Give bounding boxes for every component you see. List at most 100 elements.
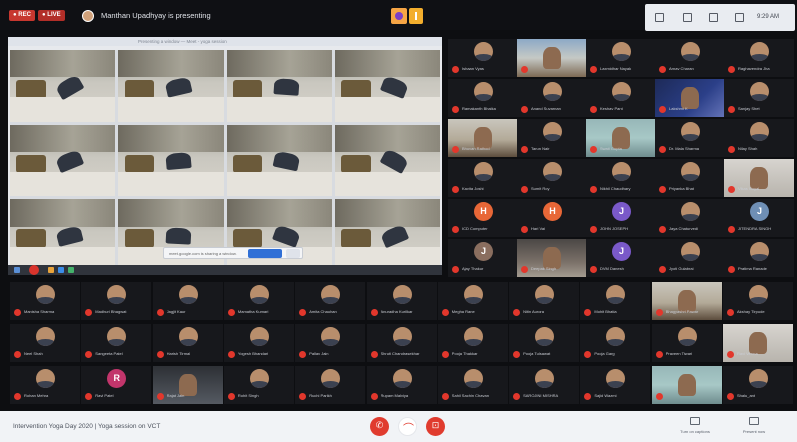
participant-tile[interactable]: Rajat Jain — [152, 366, 223, 404]
participant-tile[interactable]: Sajid Wazmi — [580, 366, 651, 404]
participant-name: Jyoti Gulabrai — [669, 266, 694, 271]
participant-name: Bhuvan Rathod — [462, 146, 490, 151]
participant-tile[interactable]: Sangeeta Patel — [81, 324, 152, 362]
meeting-title[interactable]: Intervention Yoga Day 2020 | Yoga sessio… — [13, 423, 160, 430]
participant-tile[interactable]: R Ravi Patel — [81, 366, 152, 404]
participant-tile[interactable]: Raghavendra Jha — [724, 39, 794, 77]
participant-tile[interactable]: Mohit Bhatia — [580, 282, 651, 320]
participant-tile[interactable]: Priyanka Bhat — [655, 159, 725, 197]
participant-tile[interactable]: Mamatha Kumari — [223, 282, 294, 320]
participant-tile[interactable]: Keshav Pant — [586, 79, 656, 117]
captions-button[interactable]: Turn on captions — [674, 416, 716, 438]
participant-tile[interactable]: J Ajay Thakur — [448, 239, 518, 277]
participant-name: Keshav Pant — [600, 106, 623, 111]
participant-tile[interactable]: J JOHN JOSEPH — [586, 199, 656, 237]
present-label: Present now — [742, 429, 766, 434]
participant-tile[interactable]: Madhuri Bhagwat — [81, 282, 152, 320]
participant-tile[interactable]: Rupam Malviya — [366, 366, 437, 404]
shared-video-thumbnail — [334, 199, 440, 271]
participant-tile[interactable]: Ruchi Parikh — [295, 366, 366, 404]
participant-name: Sajid Wazmi — [594, 393, 617, 398]
participant-name: Shruti Chandrasekhar — [380, 351, 420, 356]
avatar — [543, 162, 562, 181]
participant-tile[interactable]: Nitin Aurora — [509, 282, 580, 320]
participant-tile[interactable]: Pallav Jain — [295, 324, 366, 362]
mic-muted-icon — [513, 393, 521, 400]
participant-tile[interactable]: Shruti Chandrasekhar — [366, 324, 437, 362]
participant-tile[interactable]: Sahil Sachin Chavan — [437, 366, 508, 404]
participant-tile[interactable]: H ICD Computer — [448, 199, 518, 237]
avatar-initial: J — [618, 206, 624, 216]
participant-tile[interactable]: J JITENDRA SINGH — [724, 199, 794, 237]
hide-button[interactable] — [286, 249, 300, 258]
participant-tile[interactable]: Pooja Garg — [580, 324, 651, 362]
participant-tile[interactable]: Vikas Goyal — [724, 159, 794, 197]
participant-tile[interactable]: Anand Suvarnan — [517, 79, 587, 117]
participant-tile[interactable]: Manisha Sharma — [10, 282, 80, 320]
participant-tile[interactable]: Nikhil Chaudhary — [586, 159, 656, 197]
participant-tile[interactable]: Arnav Charan — [655, 39, 725, 77]
participant-tile[interactable]: Bhagyashri Pawar — [651, 282, 722, 320]
people-icon[interactable] — [655, 13, 664, 22]
avatar — [107, 327, 127, 346]
participant-tile[interactable]: Anuradha Kurilkar — [366, 282, 437, 320]
participant-tile[interactable]: Ishaan Vyas — [448, 39, 518, 77]
participant-tile[interactable]: Jyoti Gulabrai — [655, 239, 725, 277]
participant-name: Jagjit Kaur — [166, 309, 186, 314]
participant-tile[interactable]: Ramakanth Bhaika — [448, 79, 518, 117]
participant-tile[interactable]: Megha Rane — [437, 282, 508, 320]
participant-name: Rohan Mehra — [24, 393, 49, 398]
participant-tile[interactable]: Bhuvan Rathod — [448, 119, 518, 157]
info-icon[interactable] — [735, 13, 744, 22]
participant-tile[interactable]: Ravi Verma — [723, 324, 793, 362]
participant-tile[interactable]: Pratima Ranade — [724, 239, 794, 277]
participant-tile[interactable]: Jaya Chaturvedi — [655, 199, 725, 237]
participant-tile[interactable]: Lakshmi K — [655, 79, 725, 117]
participant-tile[interactable]: Neel Shah — [10, 324, 80, 362]
participant-tile[interactable]: SAROJINI MISHRA — [509, 366, 580, 404]
participant-tile[interactable]: Pooja Thakkar — [437, 324, 508, 362]
avatar — [36, 369, 55, 388]
participant-tile[interactable]: Praveen Tiwari — [651, 324, 722, 362]
participant-tile[interactable]: Rohan Mehra — [10, 366, 80, 404]
participant-tile[interactable]: H Hari Vai — [517, 199, 587, 237]
participant-tile[interactable]: J DVM Danesh — [586, 239, 656, 277]
participant-tile[interactable]: Pooja Tulsawat — [509, 324, 580, 362]
avatar-initial: J — [756, 206, 762, 216]
participant-initial-avatar: J — [612, 202, 631, 221]
participant-tile[interactable]: Kavita Joshi — [448, 159, 518, 197]
avatar-initial: J — [618, 246, 624, 256]
browser-icon[interactable] — [391, 8, 407, 24]
leave-call-button[interactable]: ⌒ — [398, 417, 417, 436]
camera-button[interactable]: ⊡ — [426, 417, 445, 436]
participant-tile[interactable]: Swati Gupta — [586, 119, 656, 157]
avatar — [535, 285, 555, 304]
participant-tile[interactable]: Jagjit Kaur — [152, 282, 223, 320]
present-now-button[interactable]: Present now — [733, 416, 775, 438]
participant-tile[interactable]: Rohit Singh — [223, 366, 294, 404]
participant-tile[interactable]: Shalu_ant — [723, 366, 793, 404]
avatar — [750, 82, 769, 101]
participant-tile[interactable]: Laxmidhar Nayak — [586, 39, 656, 77]
chat-icon[interactable] — [683, 13, 692, 22]
participant-tile[interactable]: Tarun Nair — [517, 119, 587, 157]
participant-tile[interactable]: Sanjay Shet — [724, 79, 794, 117]
participant-name: JITENDRA SINGH — [738, 226, 772, 231]
stop-sharing-button[interactable] — [248, 249, 282, 258]
shared-taskbar — [8, 265, 442, 275]
mic-button[interactable]: ✆ — [370, 417, 389, 436]
activities-icon[interactable] — [709, 13, 718, 22]
participant-tile[interactable]: Dr. Mala Sharma — [655, 119, 725, 157]
participant-tile[interactable]: Harish Tirmal — [152, 324, 223, 362]
participant-name: Pratima Ranade — [738, 266, 767, 271]
participant-tile[interactable] — [651, 366, 722, 404]
pause-icon[interactable] — [409, 8, 423, 24]
participant-tile[interactable]: Akshay Tirpude — [723, 282, 793, 320]
participant-tile[interactable]: Amita Chauhan — [295, 282, 366, 320]
participant-tile[interactable]: Sumit Roy — [517, 159, 587, 197]
participant-tile[interactable]: Nilay Shah — [724, 119, 794, 157]
participant-tile[interactable]: Yogesh Bhandari — [223, 324, 294, 362]
participant-tile[interactable]: Deepak Singh — [517, 239, 587, 277]
participant-tile[interactable] — [517, 39, 587, 77]
avatar — [749, 285, 768, 304]
